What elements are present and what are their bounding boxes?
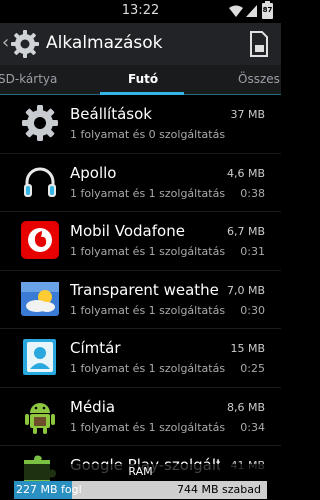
wifi-icon — [229, 5, 243, 17]
app-name: Apollo — [70, 163, 117, 182]
app-size: 4,6 MB — [226, 166, 265, 180]
battery-icon: 87 — [262, 1, 273, 19]
app-size: 8,6 MB — [226, 400, 265, 414]
list-item-media[interactable]: Média 8,6 MB 1 folyamat és 1 szolgáltatá… — [0, 388, 281, 446]
app-process-info: 1 folyamat és 1 szolgáltatás — [70, 420, 226, 434]
app-run-time: 0:30 — [240, 303, 265, 317]
battery-level: 87 — [262, 6, 273, 14]
app-run-time: 0:25 — [240, 362, 265, 375]
list-item-vodafone[interactable]: Mobil Vodafone 6,7 MB 1 folyamat és 1 sz… — [0, 212, 281, 271]
ram-label: RAM — [14, 464, 267, 480]
list-item-transparent-weather[interactable]: Transparent weather 7,0 MB 1 folyamat és… — [0, 271, 281, 329]
signal-icon — [246, 5, 257, 17]
app-run-time: 0:34 — [240, 420, 265, 434]
sd-card-icon[interactable] — [249, 31, 269, 57]
status-bar: 13:22 87 — [0, 0, 281, 23]
app-name: Mobil Vodafone — [70, 222, 185, 240]
app-process-info: 1 folyamat és 1 szolgáltatás — [70, 186, 226, 200]
weather-icon — [21, 281, 59, 316]
ram-used-text: 227 MB fogl — [16, 483, 82, 496]
app-size: 6,7 MB — [226, 225, 265, 238]
screen: 13:22 87 ‹ Alkalmazások SD-kártya Futó Ö… — [0, 0, 281, 500]
vodafone-icon — [21, 221, 59, 259]
up-navigation-icon[interactable]: ‹ — [2, 34, 9, 52]
tab-bar: SD-kártya Futó Összes — [0, 65, 281, 95]
app-name: Média — [70, 397, 116, 416]
page-title: Alkalmazások — [46, 33, 163, 53]
ram-free-text: 744 MB szabad — [177, 483, 261, 496]
contacts-icon — [23, 339, 56, 375]
android-icon — [25, 402, 55, 434]
action-bar: ‹ Alkalmazások — [0, 23, 281, 65]
ram-usage: RAM 227 MB fogl 744 MB szabad — [14, 464, 267, 500]
list-item-settings[interactable]: Beállítások 37 MB 1 folyamat és 0 szolgá… — [0, 95, 281, 154]
ram-bar: 227 MB fogl 744 MB szabad — [14, 481, 267, 499]
app-name: Beállítások — [70, 105, 152, 123]
app-size: 7,0 MB — [226, 283, 265, 297]
tab-sd-card[interactable]: SD-kártya — [0, 72, 57, 86]
list-item-contacts[interactable]: Címtár 15 MB 1 folyamat és 1 szolgáltatá… — [0, 329, 281, 388]
app-name: Címtár — [70, 339, 121, 357]
headphones-icon — [24, 167, 56, 197]
settings-app-icon[interactable] — [10, 29, 40, 59]
app-size: 15 MB — [230, 342, 265, 355]
app-process-info: 1 folyamat és 0 szolgáltatás — [70, 128, 226, 141]
app-size: 37 MB — [230, 108, 265, 121]
app-process-info: 1 folyamat és 1 szolgáltatás — [70, 245, 226, 258]
app-name: Transparent weather — [70, 280, 220, 299]
app-run-time: 0:31 — [240, 245, 265, 258]
list-item-apollo[interactable]: Apollo 4,6 MB 1 folyamat és 1 szolgáltat… — [0, 154, 281, 212]
app-process-info: 1 folyamat és 1 szolgáltatás — [70, 362, 226, 375]
settings-gear-icon — [22, 105, 58, 141]
app-process-info: 1 folyamat és 1 szolgáltatás — [70, 303, 226, 317]
app-run-time: 0:38 — [240, 186, 265, 200]
tab-running[interactable]: Futó — [128, 72, 158, 86]
tab-all[interactable]: Összes — [238, 72, 280, 86]
running-apps-list: Beállítások 37 MB 1 folyamat és 0 szolgá… — [0, 95, 281, 500]
